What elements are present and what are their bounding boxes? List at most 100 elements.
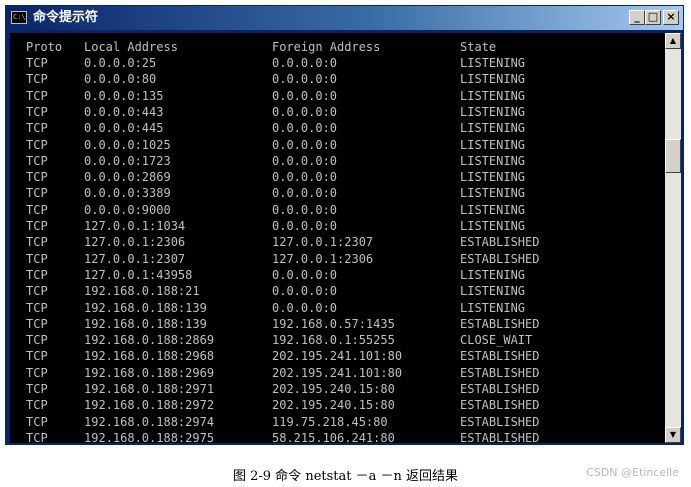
console-header-row: Proto Local Address Foreign Address Stat… — [10, 39, 665, 55]
table-row: TCP 192.168.0.188:21 0.0.0.0:0 LISTENING — [10, 283, 665, 299]
cell-foreign-address: 0.0.0.0:0 — [272, 186, 338, 201]
table-row: TCP 0.0.0.0:1025 0.0.0.0:0 LISTENING — [10, 137, 665, 153]
table-row: TCP 0.0.0.0:443 0.0.0.0:0 LISTENING — [10, 104, 665, 120]
cell-proto: TCP — [26, 219, 48, 233]
cell-foreign-address: 202.195.240.15:80 — [272, 398, 395, 413]
cell-state: LISTENING — [460, 219, 526, 233]
cell-state: LISTENING — [460, 284, 526, 299]
cell-state: LISTENING — [460, 104, 526, 119]
vertical-scrollbar[interactable]: ▲ ▼ — [665, 33, 681, 443]
watermark: CSDN @Etincelle — [586, 466, 679, 479]
cell-proto: TCP — [26, 104, 48, 119]
cell-state: CLOSE_WAIT — [460, 333, 533, 348]
cell-state: LISTENING — [460, 300, 526, 315]
cell-proto: TCP — [26, 251, 48, 266]
command-prompt-window: C:\ 命令提示符 _ □ × Proto Local Address Fore… — [5, 5, 684, 445]
table-row: TCP 127.0.0.1:2307 127.0.0.1:2306 ESTABLISH… — [10, 251, 665, 267]
cell-local-address: 0.0.0.0:2869 — [84, 170, 171, 185]
cell-foreign-address: 0.0.0.0:0 — [272, 72, 338, 87]
cell-local-address: 0.0.0.0:445 — [84, 121, 164, 136]
header-proto: Proto — [26, 40, 63, 54]
cell-proto: TCP — [26, 235, 48, 250]
cell-state: LISTENING — [460, 186, 526, 201]
cell-local-address: 192.168.0.188:139 — [84, 300, 207, 315]
cell-foreign-address: 58.215.106.241:80 — [272, 430, 395, 443]
cell-local-address: 192.168.0.188:139 — [84, 316, 207, 331]
cell-state: ESTABLISHED — [460, 251, 540, 266]
cell-foreign-address: 0.0.0.0:0 — [272, 170, 338, 185]
table-row: TCP 0.0.0.0:445 0.0.0.0:0 LISTENING — [10, 120, 665, 136]
cell-proto: TCP — [26, 202, 48, 217]
cell-foreign-address: 0.0.0.0:0 — [272, 88, 338, 103]
close-button[interactable]: × — [663, 10, 679, 25]
table-row: TCP 0.0.0.0:2869 0.0.0.0:0 LISTENING — [10, 169, 665, 185]
cell-proto: TCP — [26, 349, 48, 364]
table-row: TCP 127.0.0.1:1034 0.0.0.0:0 LISTENING — [10, 218, 665, 234]
cell-state: ESTABLISHED — [460, 382, 540, 396]
cell-local-address: 0.0.0.0:1723 — [84, 153, 171, 168]
window-title: 命令提示符 — [33, 10, 99, 25]
console-output[interactable]: Proto Local Address Foreign Address Stat… — [10, 33, 665, 443]
cell-foreign-address: 202.195.241.101:80 — [272, 349, 403, 364]
title-bar[interactable]: C:\ 命令提示符 _ □ × — [6, 6, 683, 30]
cell-local-address: 0.0.0.0:80 — [84, 72, 157, 87]
table-row: TCP 192.168.0.188:139 0.0.0.0:0 LISTENING — [10, 300, 665, 316]
cell-local-address: 0.0.0.0:3389 — [84, 186, 171, 201]
cell-state: LISTENING — [460, 121, 526, 136]
cell-foreign-address: 0.0.0.0:0 — [272, 219, 338, 233]
cell-proto: TCP — [26, 284, 48, 299]
cell-local-address: 0.0.0.0:135 — [84, 88, 164, 103]
cell-local-address: 127.0.0.1:1034 — [84, 219, 186, 233]
table-row: TCP 0.0.0.0:25 0.0.0.0:0 LISTENING — [10, 55, 665, 71]
table-row: TCP 0.0.0.0:135 0.0.0.0:0 LISTENING — [10, 88, 665, 104]
table-row: TCP 192.168.0.188:2969 202.195.241.101:80 E… — [10, 365, 665, 381]
cell-local-address: 127.0.0.1:2306 — [84, 235, 186, 250]
cell-state: ESTABLISHED — [460, 414, 540, 429]
cell-foreign-address: 0.0.0.0:0 — [272, 153, 338, 168]
cell-local-address: 0.0.0.0:9000 — [84, 202, 171, 217]
table-row: TCP 192.168.0.188:2975 58.215.106.241:80 ES… — [10, 430, 665, 443]
cell-state: LISTENING — [460, 267, 526, 282]
cell-proto: TCP — [26, 316, 48, 331]
cell-foreign-address: 119.75.218.45:80 — [272, 414, 388, 429]
scrollbar-thumb[interactable] — [665, 139, 681, 173]
cell-proto: TCP — [26, 56, 48, 70]
cell-proto: TCP — [26, 137, 48, 152]
scroll-down-arrow-icon[interactable]: ▼ — [665, 427, 681, 443]
cell-proto: TCP — [26, 121, 48, 136]
cmd-icon[interactable]: C:\ — [11, 11, 27, 24]
scroll-up-arrow-icon[interactable]: ▲ — [665, 33, 681, 49]
cell-proto: TCP — [26, 365, 48, 380]
table-row: TCP 0.0.0.0:1723 0.0.0.0:0 LISTENING — [10, 153, 665, 169]
cell-state: LISTENING — [460, 88, 526, 103]
table-row: TCP 127.0.0.1:43958 0.0.0.0:0 LISTENING — [10, 267, 665, 283]
cell-state: ESTABLISHED — [460, 365, 540, 380]
cell-local-address: 192.168.0.188:2974 — [84, 414, 215, 429]
cell-foreign-address: 202.195.240.15:80 — [272, 382, 395, 396]
table-row: TCP 192.168.0.188:2869 192.168.0.1:55255 CL… — [10, 332, 665, 348]
cell-local-address: 0.0.0.0:25 — [84, 56, 157, 70]
cell-state: LISTENING — [460, 137, 526, 152]
cell-foreign-address: 192.168.0.1:55255 — [272, 333, 395, 348]
cell-state: LISTENING — [460, 72, 526, 87]
cell-proto: TCP — [26, 170, 48, 185]
header-state: State — [460, 40, 497, 54]
table-row: TCP 192.168.0.188:2974 119.75.218.45:80 EST… — [10, 414, 665, 430]
cell-local-address: 192.168.0.188:2972 — [84, 398, 215, 413]
cell-state: ESTABLISHED — [460, 316, 540, 331]
cell-local-address: 192.168.0.188:2975 — [84, 430, 215, 443]
cell-proto: TCP — [26, 430, 48, 443]
cell-state: LISTENING — [460, 170, 526, 185]
cell-proto: TCP — [26, 300, 48, 315]
minimize-button[interactable]: _ — [629, 10, 645, 25]
cell-local-address: 192.168.0.188:2971 — [84, 382, 215, 396]
cell-foreign-address: 192.168.0.57:1435 — [272, 316, 395, 331]
cell-state: LISTENING — [460, 202, 526, 217]
cell-foreign-address: 0.0.0.0:0 — [272, 284, 338, 299]
table-row: TCP 0.0.0.0:3389 0.0.0.0:0 LISTENING — [10, 185, 665, 201]
cell-foreign-address: 0.0.0.0:0 — [272, 137, 338, 152]
cell-local-address: 0.0.0.0:443 — [84, 104, 164, 119]
cell-local-address: 127.0.0.1:2307 — [84, 251, 186, 266]
cell-proto: TCP — [26, 267, 48, 282]
maximize-button[interactable]: □ — [645, 10, 661, 25]
